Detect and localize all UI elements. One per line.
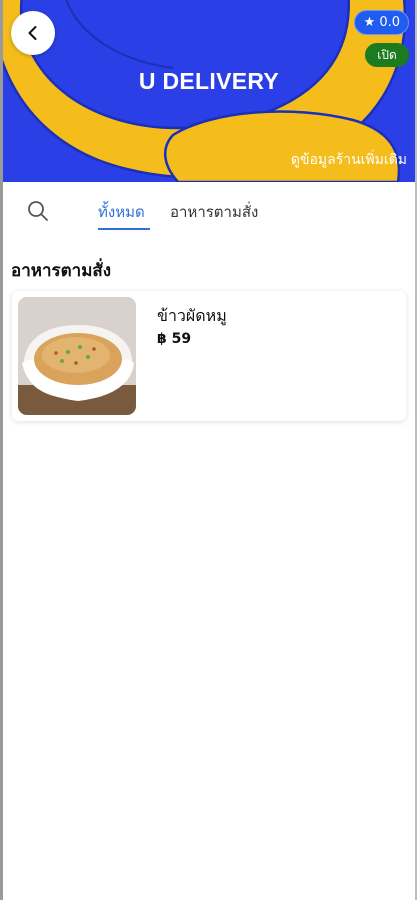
section-title: อาหารตามสั่ง: [11, 261, 112, 281]
menu-item-name: ข้าวผัดหมู: [157, 306, 227, 325]
menu-item-card[interactable]: ข้าวผัดหมู ฿ 59: [12, 291, 406, 421]
search-button[interactable]: [25, 198, 51, 224]
tab-all[interactable]: ทั้งหมด: [98, 200, 145, 224]
star-icon: ★: [363, 15, 376, 30]
brand-title: U DELIVERY: [138, 68, 280, 94]
back-button[interactable]: [11, 11, 55, 55]
more-store-info-link[interactable]: ดูข้อมูลร้านเพิ่มเติม: [291, 149, 407, 171]
rating-value: 0.0: [379, 15, 400, 30]
search-icon: [28, 201, 48, 221]
open-status-badge: เปิด: [365, 43, 409, 67]
tab-made-to-order[interactable]: อาหารตามสั่ง: [170, 200, 258, 224]
back-arrow-icon: [28, 26, 37, 40]
active-tab-indicator: [98, 228, 150, 230]
rating-badge: ★ 0.0: [353, 10, 409, 35]
category-tabs: ทั้งหมด อาหารตามสั่ง: [3, 182, 415, 240]
store-banner: U DELIVERY ดูข้อมูลร้านเพิ่มเติม: [3, 0, 415, 182]
menu-item-image: [18, 297, 136, 415]
menu-item-price: ฿ 59: [157, 331, 192, 347]
